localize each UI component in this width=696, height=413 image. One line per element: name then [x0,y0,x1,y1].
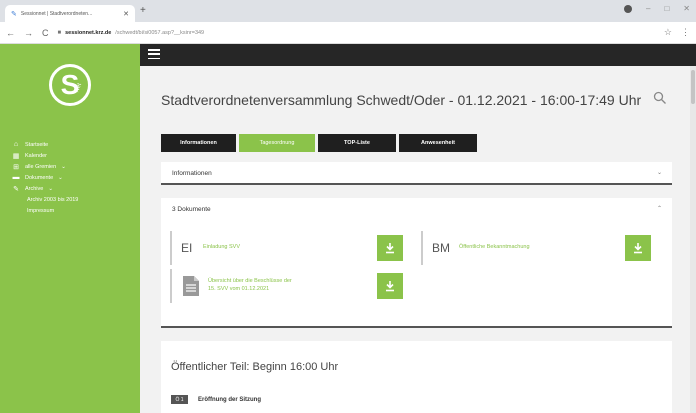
download-icon [386,243,394,254]
main-content: Stadtverordnetenversammlung Schwedt/Oder… [140,66,696,413]
sidebar-item-gremien[interactable]: ⊞ alle Gremien ⌄ [12,161,137,172]
close-tab-icon[interactable]: ✕ [123,10,129,18]
chevron-down-icon: ⌄ [61,163,66,170]
sessionnet-logo[interactable]: S Net [49,64,91,106]
new-tab-button[interactable]: + [140,5,146,16]
menu-dots-icon[interactable]: ⋮ [681,27,690,38]
sidebar-item-label: Kalender [25,152,48,159]
document-link[interactable]: Übersicht über die Beschlüsse der 15. SV… [208,278,403,293]
panel-heading: 3 Dokumente [172,206,211,213]
url-path: /schwedt/bi/si0057.asp?__ksinr=349 [115,29,205,36]
edit-icon: ✎ [13,185,19,193]
close-window-icon[interactable]: ✕ [683,4,690,13]
url-host: sessionnet.krz.de [65,29,112,36]
document-abbr: EI [181,241,193,255]
file-text-icon [183,276,199,296]
download-button[interactable] [625,235,651,261]
chevron-up-icon[interactable]: ⌃ [657,205,662,212]
download-icon [634,243,642,254]
sidebar-item-archive[interactable]: ✎ Archive ⌄ [12,183,137,194]
panel-heading: Informationen [172,170,212,177]
info-panel[interactable]: Informationen ⌄ [161,162,672,185]
documents-panel: 3 Dokumente ⌃ EI Einladung SVV BM Öffent… [161,198,672,328]
minimize-icon[interactable]: – [646,4,650,13]
forward-icon[interactable]: → [24,28,33,38]
browser-tab-bar: ✎ Sessionnet | Stadtverordneten... ✕ + –… [0,0,696,22]
sidebar: S Net ⌂ Startseite ▦ Kalender ⊞ alle Gre… [0,44,140,413]
sidebar-item-startseite[interactable]: ⌂ Startseite [12,139,137,150]
address-toolbar: ← → C ■ sessionnet.krz.de/schwedt/bi/si0… [0,22,696,44]
hamburger-menu-icon[interactable] [148,49,160,59]
sidebar-item-impressum[interactable]: Impressum [12,205,137,216]
scrollbar[interactable] [690,66,696,413]
session-panel: Öffentlicher Teil: Beginn 16:00 Uhr Ö 1 … [161,341,672,413]
sidebar-item-label: alle Gremien [25,163,57,170]
tab-anwesenheit[interactable]: Anwesenheit [399,134,477,152]
tab-informationen[interactable]: Informationen [161,134,236,152]
chevron-down-icon: ⌄ [58,174,63,181]
document-abbr: BM [432,241,450,255]
search-icon[interactable] [653,91,667,105]
favicon-icon: ✎ [11,10,17,18]
page-title: Stadtverordnetenversammlung Schwedt/Oder… [161,92,642,108]
section-title: Öffentlicher Teil: Beginn 16:00 Uhr [171,361,339,373]
back-icon[interactable]: ← [6,28,15,38]
agenda-item-text[interactable]: Eröffnung der Sitzung [198,397,261,403]
sidebar-item-dokumente[interactable]: ▬ Dokumente ⌄ [12,172,137,183]
document-item: BM Öffentliche Bekanntmachung [421,231,651,265]
sidebar-item-label: Startseite [25,141,49,148]
document-item: EI Einladung SVV [170,231,403,265]
agenda-item[interactable]: Ö 1 Eröffnung der Sitzung [171,395,261,404]
document-item: Übersicht über die Beschlüsse der 15. SV… [170,269,403,303]
home-icon: ⌂ [13,141,19,148]
browser-tab[interactable]: ✎ Sessionnet | Stadtverordneten... ✕ [5,5,135,22]
sidebar-item-label: Archive [25,185,44,192]
document-label-line: Übersicht über die Beschlüsse der [208,278,292,285]
tab-tagesordnung[interactable]: Tagesordnung [239,134,315,152]
chevron-down-icon: ⌄ [48,185,53,192]
download-button[interactable] [377,273,403,299]
profile-icon[interactable] [624,4,632,13]
reload-icon[interactable]: C [42,28,49,38]
session-tabs: Informationen Tagesordnung TOP-Liste Anw… [161,134,477,152]
download-button[interactable] [377,235,403,261]
document-link[interactable]: Einladung SVV [198,244,403,252]
tab-top-liste[interactable]: TOP-Liste [318,134,396,152]
lock-icon: ■ [57,29,62,36]
agenda-number-badge: Ö 1 [171,395,188,404]
sitemap-icon: ⊞ [13,163,19,171]
window-controls: – □ ✕ [624,4,690,13]
sidebar-item-label: Impressum [27,207,55,214]
bookmark-star-icon[interactable]: ☆ [664,27,672,38]
scrollbar-thumb[interactable] [691,70,695,104]
document-label-line: 15. SVV vom 01.12.2021 [208,286,270,292]
sidebar-item-label: Dokumente [25,174,54,181]
url-bar[interactable]: ■ sessionnet.krz.de/schwedt/bi/si0057.as… [58,25,655,41]
calendar-icon: ▦ [12,152,20,160]
folder-icon: ▬ [12,174,20,181]
maximize-icon[interactable]: □ [664,4,669,13]
chevron-down-icon[interactable]: ⌄ [657,169,662,176]
sidebar-nav: ⌂ Startseite ▦ Kalender ⊞ alle Gremien ⌄… [12,139,137,216]
top-bar [140,44,696,66]
document-link[interactable]: Öffentliche Bekanntmachung [449,244,651,252]
download-icon [386,281,394,292]
sidebar-item-archiv-2003[interactable]: Archiv 2003 bis 2019 [12,194,137,205]
sidebar-item-label: Archiv 2003 bis 2019 [27,196,79,203]
sidebar-item-kalender[interactable]: ▦ Kalender [12,150,137,161]
browser-tab-title: Sessionnet | Stadtverordneten... [20,10,93,17]
